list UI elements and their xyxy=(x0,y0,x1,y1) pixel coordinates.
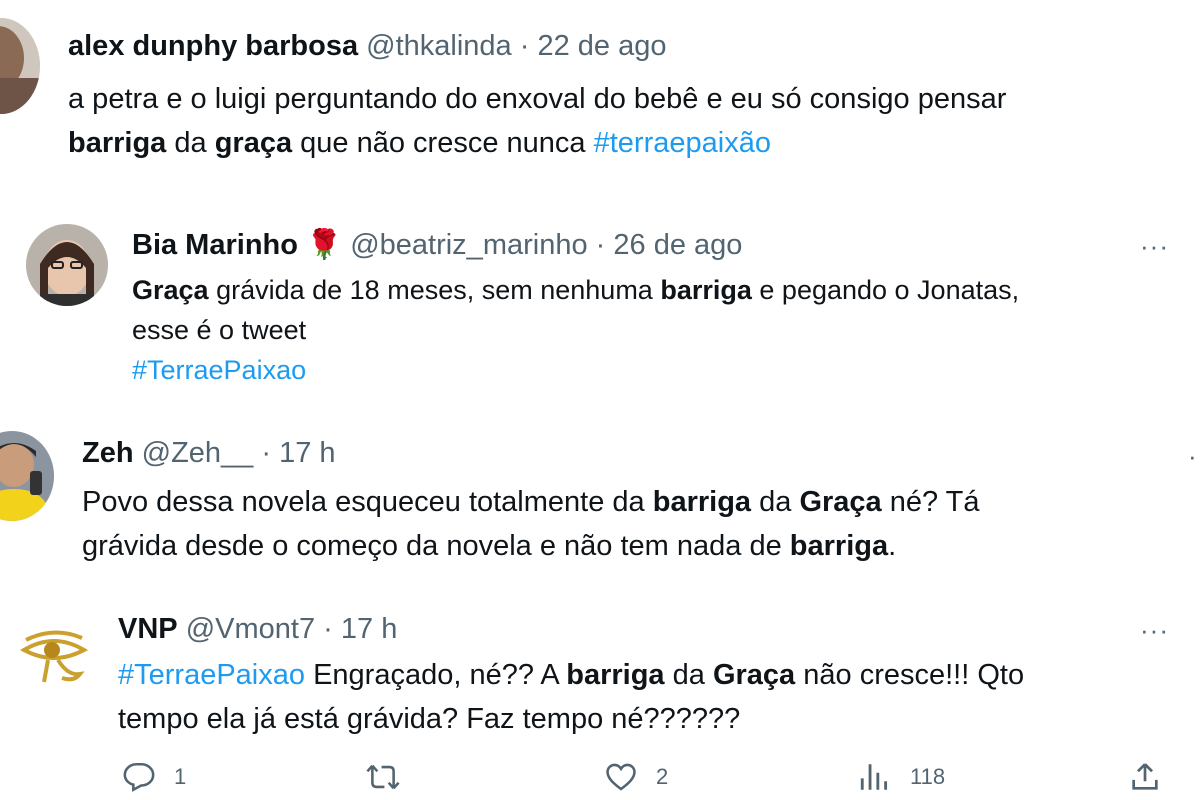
more-options-icon[interactable]: ··· xyxy=(1140,617,1169,643)
heart-icon xyxy=(606,763,636,791)
tweet-text-fragment: da xyxy=(672,659,705,691)
tweet-thread: alex dunphy barbosa @thkalinda · 22 de a… xyxy=(0,0,1200,800)
views-button[interactable]: 118 xyxy=(858,760,945,794)
avatar[interactable] xyxy=(18,620,90,692)
user-handle[interactable]: @Vmont7 xyxy=(186,613,315,645)
bold-term: barriga xyxy=(566,659,665,691)
share-icon xyxy=(1132,763,1158,790)
reply-icon xyxy=(123,762,155,792)
user-name[interactable]: VNP xyxy=(118,613,178,645)
tweet-text-fragment: Engraçado, né?? A xyxy=(313,659,559,691)
tweet-text-line: tempo ela já está grávida? Faz tempo né?… xyxy=(118,703,741,735)
tweet-text-line: #TerraePaixao Engraçado, né?? A barriga … xyxy=(118,653,1024,697)
tweet-vnp: VNP @Vmont7 · 17 h ··· #TerraePaixao Eng… xyxy=(0,0,1200,760)
retweet-button[interactable] xyxy=(366,760,418,794)
tweet-text-fragment: não cresce!!! Qto xyxy=(803,659,1025,691)
retweet-icon xyxy=(366,764,400,790)
separator-dot: · xyxy=(323,613,333,645)
views-icon xyxy=(860,764,888,790)
like-button[interactable]: 2 xyxy=(604,760,668,794)
eye-of-horus-icon xyxy=(19,630,89,683)
views-count: 118 xyxy=(910,764,946,789)
tweet-actions-bar: 1 2 118 xyxy=(0,760,1200,800)
share-button[interactable] xyxy=(1128,760,1162,794)
like-count: 2 xyxy=(656,764,669,789)
reply-count: 1 xyxy=(174,764,187,789)
hashtag-link[interactable]: #TerraePaixao xyxy=(118,659,305,691)
tweet-text: #TerraePaixao Engraçado, né?? A barriga … xyxy=(118,653,1024,741)
tweet-date[interactable]: 17 h xyxy=(341,613,397,645)
tweet-header: VNP @Vmont7 · 17 h xyxy=(118,611,397,647)
bold-term: Graça xyxy=(712,659,796,691)
reply-button[interactable]: 1 xyxy=(122,760,186,794)
